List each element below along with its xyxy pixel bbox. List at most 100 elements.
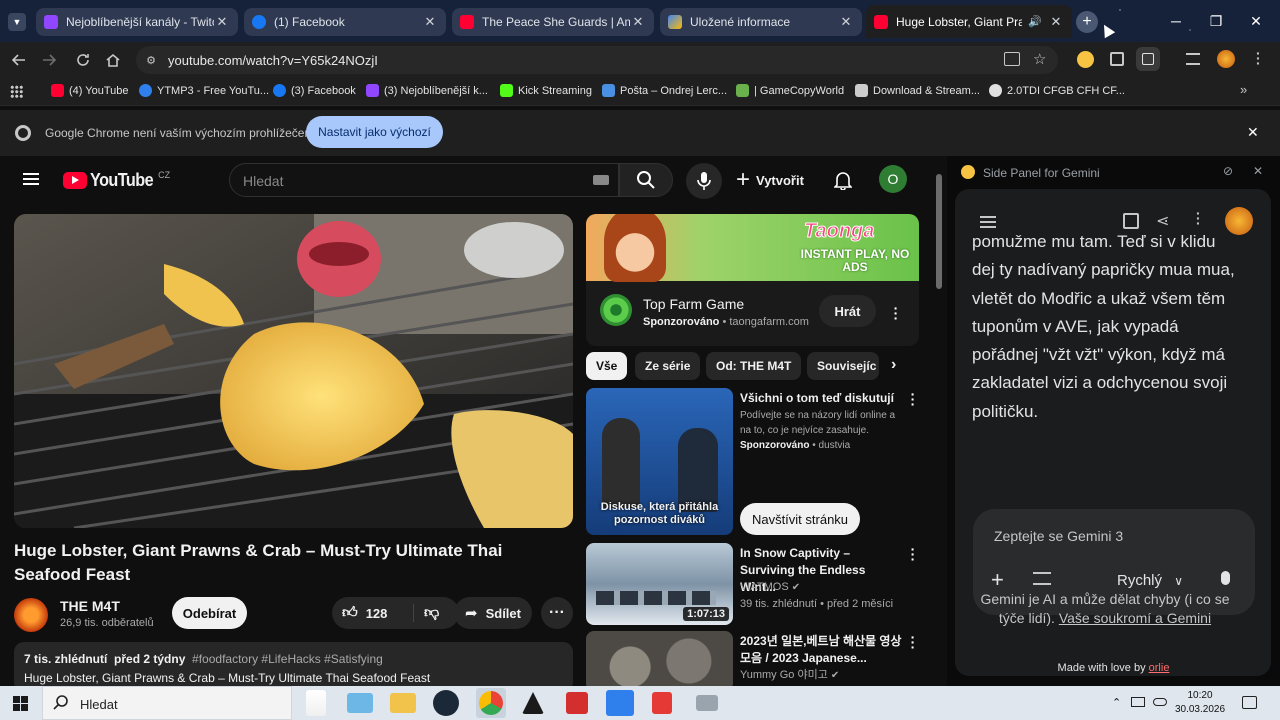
gemini-menu-icon[interactable] bbox=[980, 216, 996, 228]
home-icon[interactable] bbox=[102, 49, 124, 71]
steam-icon[interactable] bbox=[433, 690, 459, 716]
notifications-bell-icon[interactable] bbox=[834, 170, 852, 190]
bookmark-youtube[interactable]: (4) YouTube bbox=[51, 84, 129, 97]
file-explorer-icon[interactable] bbox=[390, 693, 416, 713]
maximize-button[interactable]: ❐ bbox=[1202, 8, 1230, 34]
windows-start-icon[interactable] bbox=[13, 696, 28, 711]
hashtags[interactable]: #foodfactory #LifeHacks #Satisfying bbox=[192, 652, 383, 666]
recommendation-video[interactable]: 1:07:13 In Snow Captivity – Surviving th… bbox=[586, 542, 926, 625]
close-tab-icon[interactable]: ✕ bbox=[214, 14, 230, 30]
ad-card[interactable]: Taonga INSTANT PLAY, NO ADS Top Farm Gam… bbox=[586, 214, 919, 346]
close-tab-icon[interactable]: ✕ bbox=[422, 14, 438, 30]
bookmark-tdi[interactable]: 2.0TDI CFGB CFH CF... bbox=[989, 84, 1125, 97]
chip-all[interactable]: Vše bbox=[586, 352, 628, 380]
bookmark-twitch[interactable]: (3) Nejoblíbenější k... bbox=[366, 84, 488, 97]
speaker-icon[interactable]: 🔊 bbox=[1028, 15, 1042, 28]
close-panel-icon[interactable]: ✕ bbox=[1253, 164, 1263, 178]
search-button[interactable] bbox=[619, 163, 673, 197]
thumbs-down-icon[interactable]: 👎︎ bbox=[424, 604, 439, 622]
tab-ulozene-informace[interactable]: Uložené informace ✕ bbox=[660, 8, 862, 36]
more-options-icon[interactable]: · · · bbox=[1196, 206, 1201, 230]
account-avatar[interactable]: O bbox=[879, 165, 907, 193]
rec-menu-icon[interactable]: · · · bbox=[908, 542, 918, 566]
network-icon[interactable] bbox=[1131, 697, 1145, 707]
extensions-puzzle-icon[interactable] bbox=[1110, 52, 1124, 66]
chips-next-icon[interactable]: › bbox=[891, 356, 896, 374]
bookmark-kick[interactable]: Kick Streaming bbox=[500, 84, 592, 97]
chip-from-channel[interactable]: Od: THE M4T bbox=[706, 352, 802, 380]
new-chat-icon[interactable] bbox=[1123, 213, 1139, 229]
unpin-icon[interactable]: ⊘ bbox=[1223, 164, 1233, 178]
bookmark-facebook[interactable]: (3) Facebook bbox=[273, 84, 356, 97]
media-controls-icon[interactable] bbox=[1186, 53, 1200, 65]
channel-name[interactable]: THE M4T bbox=[60, 598, 120, 614]
bookmark-download-stream[interactable]: Download & Stream... bbox=[855, 84, 980, 97]
new-tab-button[interactable]: + bbox=[1076, 11, 1098, 33]
set-default-button[interactable]: Nastavit jako výchozí bbox=[306, 116, 443, 148]
mode-selector[interactable]: Rychlý ∨ bbox=[1117, 572, 1183, 589]
close-window-button[interactable]: ✕ bbox=[1242, 8, 1270, 34]
like-button[interactable]: 👍︎ 128 bbox=[332, 604, 414, 622]
bookmark-ytmp3[interactable]: YTMP3 - Free YouTu... bbox=[139, 84, 269, 97]
tab-peace-she-guards[interactable]: The Peace She Guards | Ambien ✕ bbox=[452, 8, 654, 36]
tab-twitch[interactable]: Nejoblíbenější kanály - Twitch ✕ bbox=[36, 8, 238, 36]
back-icon[interactable] bbox=[8, 49, 30, 71]
taskbar-search[interactable]: Hledat bbox=[42, 686, 292, 720]
reload-icon[interactable] bbox=[72, 49, 94, 71]
voice-search-button[interactable] bbox=[686, 163, 722, 199]
close-tab-icon[interactable]: ✕ bbox=[1048, 14, 1064, 30]
chrome-icon[interactable] bbox=[476, 688, 506, 718]
channel-avatar[interactable] bbox=[14, 598, 48, 632]
extension-emoji-icon[interactable] bbox=[1077, 51, 1094, 68]
video-player[interactable] bbox=[14, 214, 573, 528]
bookmark-gamecopyworld[interactable]: | GameCopyWorld bbox=[736, 84, 844, 97]
desktop-app-icon[interactable] bbox=[347, 693, 373, 713]
hamburger-menu-icon[interactable] bbox=[23, 173, 39, 185]
more-actions-button[interactable]: ··· bbox=[541, 597, 573, 629]
apps-grid-icon[interactable] bbox=[10, 85, 23, 98]
share-button[interactable]: ➦ Sdílet bbox=[454, 597, 532, 629]
chip-related[interactable]: Souvisejíc bbox=[807, 352, 879, 380]
minimize-button[interactable]: ─ bbox=[1162, 8, 1190, 34]
keyboard-icon[interactable] bbox=[593, 175, 609, 185]
page-scrollbar[interactable] bbox=[935, 156, 943, 686]
install-app-icon[interactable] bbox=[1004, 52, 1020, 66]
app-b-icon[interactable] bbox=[566, 692, 588, 714]
rec-thumbnail[interactable]: Diskuse, která přitáhla pozornost diváků bbox=[586, 388, 733, 535]
tray-chevron-icon[interactable]: ⌃ bbox=[1112, 696, 1121, 709]
bookmark-star-icon[interactable]: ☆ bbox=[1033, 50, 1046, 68]
site-info-icon[interactable]: ⚙ bbox=[144, 53, 158, 67]
microphone-icon[interactable] bbox=[1221, 571, 1230, 585]
close-tab-icon[interactable]: ✕ bbox=[630, 14, 646, 30]
ad-menu-icon[interactable]: · · · bbox=[891, 301, 901, 325]
create-button[interactable]: + Vytvořit bbox=[736, 163, 804, 197]
file-icon[interactable] bbox=[306, 690, 326, 716]
close-infobar-icon[interactable]: ✕ bbox=[1247, 124, 1259, 141]
side-panel-icon[interactable] bbox=[1136, 47, 1160, 71]
forward-icon[interactable] bbox=[38, 49, 60, 71]
ad-banner[interactable]: Taonga INSTANT PLAY, NO ADS bbox=[586, 214, 919, 282]
chip-series[interactable]: Ze série bbox=[635, 352, 701, 380]
profile-avatar[interactable] bbox=[1217, 50, 1235, 68]
tab-facebook[interactable]: (1) Facebook ✕ bbox=[244, 8, 446, 36]
menu-dots-icon[interactable]: · · · bbox=[1256, 46, 1261, 70]
tab-huge-lobster[interactable]: Huge Lobster, Giant Prawns 🔊 ✕ bbox=[866, 5, 1072, 38]
tools-sliders-icon[interactable] bbox=[1033, 572, 1051, 585]
search-input[interactable]: Hledat bbox=[229, 163, 619, 197]
close-tab-icon[interactable]: ✕ bbox=[838, 14, 854, 30]
rec-thumbnail[interactable] bbox=[586, 631, 733, 686]
youtube-logo[interactable]: YouTube CZ bbox=[63, 170, 170, 191]
tab-search-icon[interactable]: ▼ bbox=[8, 13, 26, 31]
cloud-icon[interactable] bbox=[1153, 698, 1167, 706]
app-c-icon[interactable] bbox=[606, 690, 634, 716]
app-a-icon[interactable] bbox=[522, 692, 544, 714]
recommendation-sponsored[interactable]: Diskuse, která přitáhla pozornost diváků… bbox=[586, 387, 926, 538]
subscribe-button[interactable]: Odebírat bbox=[172, 597, 247, 629]
audio-app-icon[interactable] bbox=[652, 692, 672, 714]
address-bar[interactable]: ⚙ youtube.com/watch?v=Y65k24NOzjI ☆ bbox=[136, 46, 1058, 74]
rec-menu-icon[interactable]: · · · bbox=[908, 630, 918, 654]
ad-title[interactable]: Top Farm Game bbox=[643, 296, 744, 312]
scrollbar-thumb[interactable] bbox=[936, 174, 942, 289]
app-d-icon[interactable] bbox=[696, 695, 718, 711]
visit-site-button[interactable]: Navštívit stránku bbox=[740, 503, 860, 535]
